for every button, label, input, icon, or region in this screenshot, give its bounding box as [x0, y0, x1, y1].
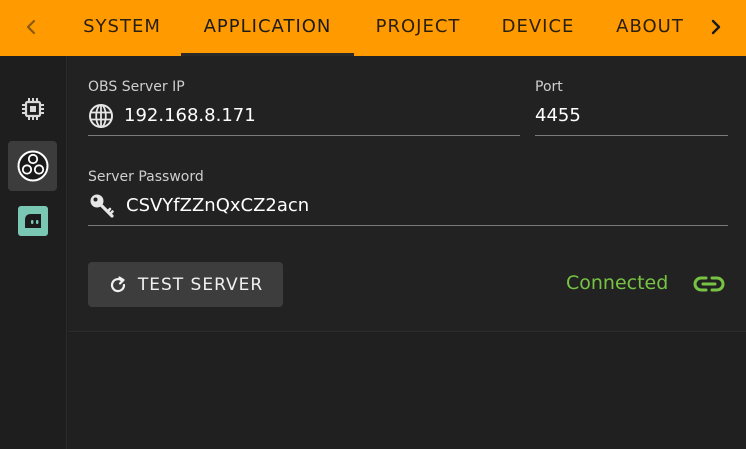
chevron-left-icon: [26, 19, 36, 34]
chevron-right-icon: [711, 19, 721, 34]
content-area: [68, 333, 746, 449]
refresh-icon: [110, 275, 125, 292]
sidebar-item-chip[interactable]: [8, 84, 57, 134]
nav-next-button[interactable]: [698, 0, 734, 53]
sidebar-item-streamlabs[interactable]: [8, 196, 57, 246]
port-input[interactable]: [535, 105, 728, 126]
sidebar: [0, 56, 67, 449]
top-nav-bar: SYSTEM APPLICATION PROJECT DEVICE ABOUT: [0, 0, 746, 56]
password-label: Server Password: [88, 169, 204, 185]
test-server-button[interactable]: TEST SERVER: [88, 262, 283, 307]
test-server-label: TEST SERVER: [137, 274, 264, 295]
tab-application[interactable]: APPLICATION: [181, 0, 354, 53]
connection-status: Connected: [566, 272, 669, 294]
port-field[interactable]: [535, 96, 728, 136]
tab-system[interactable]: SYSTEM: [70, 0, 174, 53]
server-ip-input[interactable]: [124, 105, 520, 126]
chip-icon: [21, 98, 44, 120]
sidebar-item-obs[interactable]: [8, 141, 57, 191]
tab-about[interactable]: ABOUT: [604, 0, 696, 53]
streamlabs-icon: [17, 206, 48, 236]
tab-device[interactable]: DEVICE: [488, 0, 588, 53]
port-label: Port: [535, 79, 563, 95]
password-input[interactable]: [126, 195, 728, 216]
server-ip-field[interactable]: [88, 96, 520, 136]
nav-prev-button[interactable]: [13, 0, 49, 53]
obs-icon: [17, 150, 48, 182]
key-icon: [88, 192, 116, 220]
password-field[interactable]: [88, 186, 728, 226]
globe-icon: [88, 102, 114, 130]
server-ip-label: OBS Server IP: [88, 79, 185, 95]
link-icon: [690, 270, 728, 298]
tab-project[interactable]: PROJECT: [362, 0, 474, 53]
